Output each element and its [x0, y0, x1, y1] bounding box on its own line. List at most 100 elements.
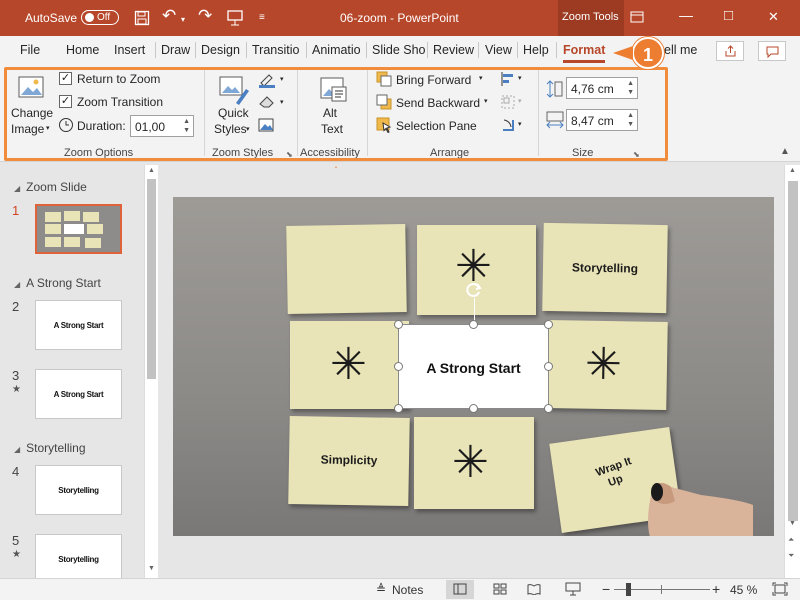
- callout-pointer-1: [613, 46, 633, 60]
- undo-dropdown-icon[interactable]: ▾: [181, 13, 185, 27]
- tab-view[interactable]: View: [485, 43, 512, 57]
- redo-icon[interactable]: ↷: [198, 7, 212, 24]
- tab-insert[interactable]: Insert: [114, 43, 145, 57]
- resize-handle-top[interactable]: [469, 320, 478, 329]
- resize-handle-top-left[interactable]: [394, 320, 403, 329]
- zoom-slider-thumb[interactable]: [626, 583, 631, 596]
- customize-qat-icon[interactable]: ≡: [259, 11, 265, 25]
- comments-button[interactable]: [758, 41, 786, 61]
- present-icon[interactable]: [226, 9, 244, 29]
- zoom-level[interactable]: 45 %: [730, 583, 757, 597]
- slide-number: 5: [12, 533, 20, 548]
- selected-zoom-object[interactable]: A Strong Start: [398, 324, 549, 409]
- slide-thumbnail-5[interactable]: Storytelling: [35, 534, 122, 584]
- next-slide-icon[interactable]: ⏷: [788, 551, 794, 561]
- sticky-note[interactable]: Storytelling: [542, 222, 668, 314]
- section-header-a-strong-start[interactable]: ◢ A Strong Start: [14, 276, 101, 290]
- tab-divider: [556, 42, 557, 58]
- tab-divider: [306, 42, 307, 58]
- sticky-note[interactable]: ✳: [546, 319, 668, 411]
- toggle-knob: [85, 13, 94, 22]
- slide-show-icon[interactable]: [565, 582, 581, 599]
- tab-home[interactable]: Home: [66, 43, 99, 57]
- scroll-down-icon[interactable]: ▼: [789, 520, 796, 527]
- zoom-out-icon[interactable]: −: [602, 581, 610, 597]
- note-text-storytelling: Storytelling: [571, 260, 639, 276]
- save-icon[interactable]: [134, 10, 150, 28]
- zoom-in-icon[interactable]: +: [712, 581, 720, 597]
- sticky-note[interactable]: Simplicity: [288, 415, 410, 507]
- slide-number: 1: [12, 203, 20, 218]
- thumbnail-title: A Strong Start: [53, 390, 104, 399]
- slide-thumbnail-2[interactable]: A Strong Start: [35, 300, 122, 350]
- zoom-slider-center-mark: [661, 585, 662, 594]
- close-button[interactable]: ✕: [768, 10, 779, 24]
- tab-review[interactable]: Review: [433, 43, 474, 57]
- tab-divider: [195, 42, 196, 58]
- slide-number: 3: [12, 368, 20, 383]
- resize-handle-bottom-left[interactable]: [394, 404, 403, 413]
- slide-thumbnail-1[interactable]: [35, 204, 122, 254]
- note-text-simplicity: Simplicity: [320, 452, 378, 468]
- scroll-up-icon[interactable]: ▲: [789, 167, 796, 174]
- resize-handle-right[interactable]: [544, 362, 553, 371]
- notes-icon[interactable]: ≜: [376, 582, 386, 596]
- status-bar: ≜ Notes − + 45 %: [0, 578, 800, 600]
- scroll-thumb[interactable]: [788, 181, 798, 521]
- tab-transitions[interactable]: Transitio: [252, 43, 299, 57]
- tab-animations[interactable]: Animatio: [312, 43, 361, 57]
- scroll-up-icon[interactable]: ▲: [148, 167, 155, 174]
- thumbnail-title: Storytelling: [58, 486, 99, 495]
- tab-draw[interactable]: Draw: [161, 43, 190, 57]
- resize-handle-top-right[interactable]: [544, 320, 553, 329]
- asterisk-icon: ✳: [452, 438, 489, 487]
- tab-slide-show[interactable]: Slide Sho: [372, 43, 426, 57]
- tab-divider: [246, 42, 247, 58]
- sticky-note[interactable]: ✳: [414, 417, 534, 509]
- tab-divider: [517, 42, 518, 58]
- normal-view-button[interactable]: [446, 580, 474, 599]
- collapse-triangle-icon[interactable]: ◢: [14, 445, 20, 454]
- undo-icon[interactable]: ↶: [162, 7, 176, 24]
- fit-to-window-icon[interactable]: [772, 582, 788, 599]
- section-header-storytelling[interactable]: ◢ Storytelling: [14, 441, 86, 455]
- scroll-down-icon[interactable]: ▼: [148, 565, 155, 572]
- callout-badge-1: 1: [632, 37, 664, 69]
- tab-divider: [427, 42, 428, 58]
- resize-handle-bottom-right[interactable]: [544, 404, 553, 413]
- autosave-label: AutoSave: [25, 11, 78, 25]
- maximize-button[interactable]: □: [724, 8, 733, 23]
- sticky-note[interactable]: ✳: [290, 321, 409, 409]
- collapse-ribbon-icon[interactable]: ▲: [780, 146, 790, 157]
- slide-thumbnail-4[interactable]: Storytelling: [35, 465, 122, 515]
- autosave-toggle[interactable]: Off: [81, 10, 119, 25]
- resize-handle-left[interactable]: [394, 362, 403, 371]
- editor-scrollbar[interactable]: ▲ ▼ ⏶ ⏷: [784, 165, 800, 578]
- tab-help[interactable]: Help: [523, 43, 549, 57]
- reading-view-icon[interactable]: [527, 583, 541, 598]
- sticky-note[interactable]: [286, 223, 407, 315]
- animation-star-icon: ★: [12, 384, 21, 395]
- ribbon-tabs: File Home Insert Draw Design Transitio A…: [0, 36, 800, 64]
- notes-button[interactable]: Notes: [392, 583, 423, 597]
- asterisk-icon: ✳: [584, 339, 623, 390]
- collapse-triangle-icon[interactable]: ◢: [14, 184, 20, 193]
- tab-file[interactable]: File: [20, 43, 40, 57]
- tab-format[interactable]: Format: [563, 43, 606, 63]
- previous-slide-icon[interactable]: ⏶: [788, 535, 794, 545]
- resize-handle-bottom[interactable]: [469, 404, 478, 413]
- autosave-state: Off: [97, 12, 111, 23]
- section-header-zoom-slide[interactable]: ◢ Zoom Slide: [14, 180, 87, 194]
- minimize-button[interactable]: —: [679, 8, 693, 22]
- collapse-triangle-icon[interactable]: ◢: [14, 280, 20, 289]
- title-bar: AutoSave Off ↶ ▾ ↷ ≡ 06-zoom - PowerPoin…: [0, 0, 800, 36]
- slide-sorter-icon[interactable]: [493, 583, 507, 598]
- rotate-handle-line: [474, 298, 475, 322]
- scroll-thumb[interactable]: [147, 179, 156, 379]
- slide-thumbnail-3[interactable]: A Strong Start: [35, 369, 122, 419]
- tab-design[interactable]: Design: [201, 43, 240, 57]
- share-button[interactable]: [716, 41, 744, 61]
- tell-me-search[interactable]: ell me: [664, 43, 697, 57]
- ribbon-display-options-icon[interactable]: [630, 10, 644, 26]
- slides-pane-scrollbar[interactable]: ▲ ▼: [144, 165, 158, 578]
